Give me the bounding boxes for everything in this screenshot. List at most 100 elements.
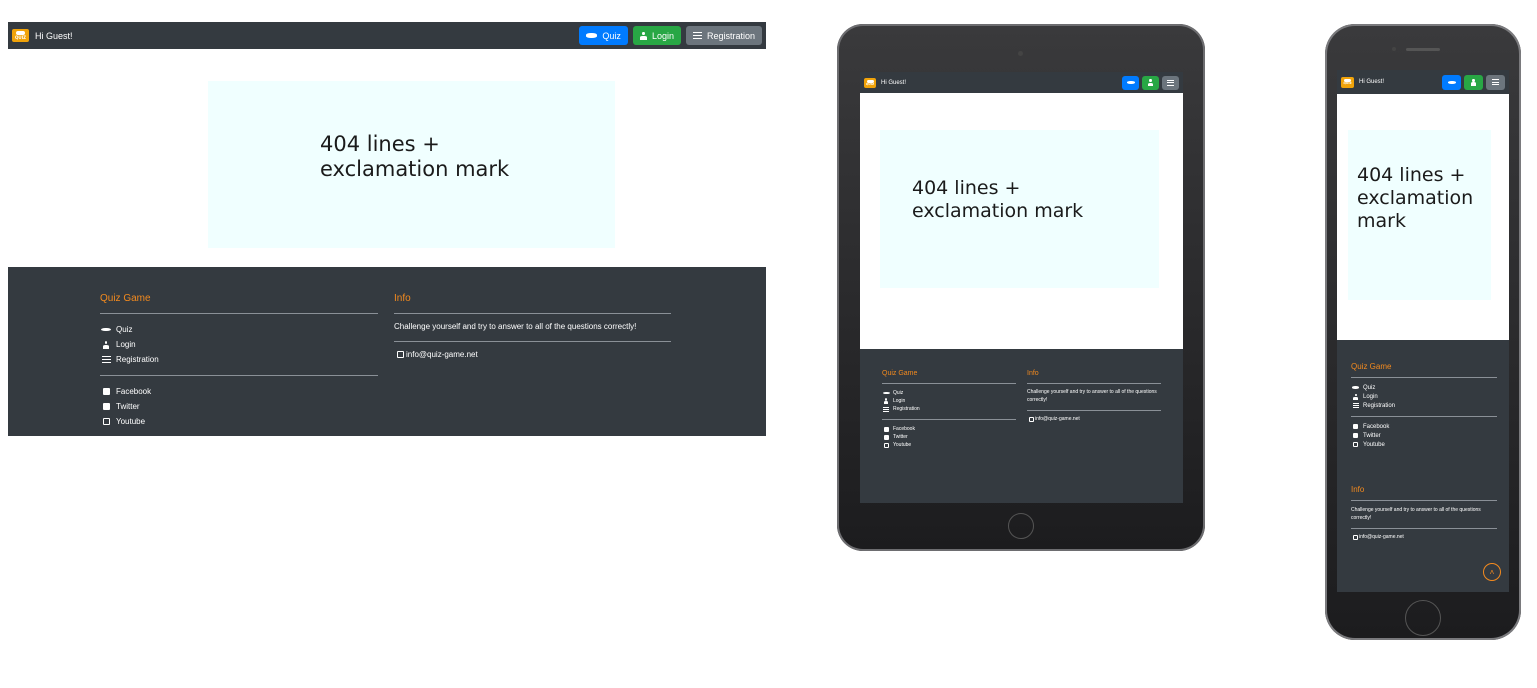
footer-link-quiz[interactable]: Quiz — [1351, 383, 1497, 392]
footer-link-login[interactable]: Login — [100, 337, 378, 352]
quiz-logo-icon[interactable]: QUIZ — [864, 77, 876, 88]
divider — [1351, 500, 1497, 501]
tablet-device-frame: QUIZ Hi Guest! 404 lines + exclamation m… — [837, 24, 1205, 551]
list-icon — [1351, 403, 1360, 408]
footer-link-twitter[interactable]: Twitter — [100, 399, 378, 414]
footer-link-youtube-label[interactable]: Youtube — [116, 417, 145, 426]
footer-link-quiz-label[interactable]: Quiz — [116, 325, 132, 334]
footer-link-youtube[interactable]: Youtube — [1351, 440, 1497, 449]
brand[interactable]: QUIZ Hi Guest! — [1341, 76, 1384, 88]
footer-link-login-label[interactable]: Login — [1363, 394, 1378, 400]
footer-link-registration-label[interactable]: Registration — [116, 355, 159, 364]
divider — [1351, 377, 1497, 378]
footer-quiz-game-column: Quiz Game Quiz Login Registration Facebo… — [1351, 362, 1497, 449]
footer-nav-links: Quiz Login Registration — [1351, 383, 1497, 410]
list-icon — [1167, 79, 1174, 86]
quiz-button[interactable]: Quiz — [579, 26, 628, 45]
footer-link-facebook-label[interactable]: Facebook — [1363, 424, 1389, 430]
facebook-icon — [882, 426, 890, 432]
footer-link-twitter[interactable]: Twitter — [1351, 431, 1497, 440]
footer-quiz-game-column: Quiz Game Quiz Login Registration Facebo… — [882, 370, 1016, 449]
footer-link-registration[interactable]: Registration — [1351, 401, 1497, 410]
footer-link-twitter-label[interactable]: Twitter — [1363, 433, 1381, 439]
footer-link-facebook-label[interactable]: Facebook — [893, 426, 915, 432]
footer-link-login[interactable]: Login — [1351, 392, 1497, 401]
error-line-1: 404 lines + — [912, 177, 1021, 199]
logo-text: QUIZ — [14, 35, 27, 40]
brand[interactable]: QUIZ Hi Guest! — [864, 77, 906, 88]
quiz-button[interactable] — [1442, 74, 1461, 90]
registration-button[interactable] — [1162, 75, 1179, 90]
footer-link-youtube[interactable]: Youtube — [882, 441, 1016, 449]
footer-link-registration-label[interactable]: Registration — [1363, 403, 1395, 409]
scroll-to-top-button[interactable]: ˄ — [1483, 563, 1501, 581]
footer-email-text[interactable]: info@quiz-game.net — [406, 350, 478, 359]
login-button[interactable] — [1464, 74, 1483, 90]
footer-link-facebook[interactable]: Facebook — [100, 384, 378, 399]
twitter-icon — [100, 403, 112, 410]
divider — [1027, 410, 1161, 411]
divider — [394, 341, 671, 342]
footer-email-text[interactable]: info@quiz-game.net — [1035, 416, 1080, 422]
footer-title-quiz-game: Quiz Game — [1351, 362, 1392, 371]
registration-button-label: Registration — [706, 30, 755, 41]
footer: Quiz Game Quiz Login Registration Facebo… — [860, 349, 1183, 503]
footer-email[interactable]: info@quiz-game.net — [1351, 534, 1497, 540]
footer-title-info: Info — [1027, 370, 1039, 377]
gamepad-icon — [1351, 386, 1360, 390]
registration-button[interactable] — [1486, 74, 1505, 90]
home-button[interactable] — [1008, 513, 1034, 539]
phone-screen: QUIZ Hi Guest! 404 lines + exclamation m… — [1337, 70, 1509, 592]
footer-link-twitter-label[interactable]: Twitter — [893, 434, 908, 440]
footer-link-login[interactable]: Login — [882, 397, 1016, 405]
footer-link-login-label[interactable]: Login — [893, 398, 905, 404]
list-icon — [882, 406, 890, 412]
envelope-icon — [1351, 534, 1359, 540]
user-icon — [640, 31, 647, 40]
footer-link-quiz[interactable]: Quiz — [100, 322, 378, 337]
footer-link-facebook-label[interactable]: Facebook — [116, 387, 151, 396]
footer-link-twitter-label[interactable]: Twitter — [116, 402, 140, 411]
gamepad-icon — [100, 327, 112, 333]
footer-description: Challenge yourself and try to answer to … — [1351, 507, 1481, 521]
footer-link-registration[interactable]: Registration — [100, 352, 378, 367]
divider — [394, 313, 671, 314]
home-button[interactable] — [1405, 600, 1441, 636]
footer-link-registration-label[interactable]: Registration — [893, 406, 920, 412]
login-button[interactable]: Login — [632, 26, 681, 45]
quiz-button[interactable] — [1122, 75, 1139, 90]
youtube-icon — [100, 418, 112, 425]
user-icon — [100, 340, 112, 349]
greeting-text: Hi Guest! — [35, 30, 73, 41]
logo-text: QUIZ — [865, 81, 875, 86]
quiz-logo-icon[interactable]: QUIZ — [12, 29, 29, 42]
registration-button[interactable]: Registration — [685, 26, 762, 45]
footer-email-text[interactable]: info@quiz-game.net — [1359, 534, 1404, 540]
envelope-icon — [394, 351, 406, 358]
footer-link-facebook[interactable]: Facebook — [882, 425, 1016, 433]
footer-link-youtube[interactable]: Youtube — [100, 414, 378, 429]
quiz-logo-icon[interactable]: QUIZ — [1341, 76, 1354, 88]
footer-link-youtube-label[interactable]: Youtube — [1363, 442, 1385, 448]
footer-email[interactable]: info@quiz-game.net — [1027, 416, 1161, 422]
youtube-icon — [1351, 442, 1360, 447]
footer-link-quiz-label[interactable]: Quiz — [893, 390, 903, 396]
quiz-button-label: Quiz — [602, 30, 621, 41]
footer-link-login-label[interactable]: Login — [116, 340, 136, 349]
footer-email[interactable]: info@quiz-game.net — [394, 350, 671, 359]
footer-link-quiz-label[interactable]: Quiz — [1363, 385, 1375, 391]
footer-link-twitter[interactable]: Twitter — [882, 433, 1016, 441]
twitter-icon — [1351, 433, 1360, 438]
divider — [100, 313, 378, 314]
footer-link-youtube-label[interactable]: Youtube — [893, 442, 911, 448]
error-line-2: exclamation mark — [912, 199, 1084, 222]
divider — [882, 383, 1016, 384]
brand[interactable]: QUIZ Hi Guest! — [12, 29, 73, 42]
navbar: QUIZ Hi Guest! — [1337, 70, 1509, 94]
footer-link-facebook[interactable]: Facebook — [1351, 422, 1497, 431]
gamepad-icon — [1447, 80, 1456, 85]
footer-link-quiz[interactable]: Quiz — [882, 389, 1016, 397]
login-button[interactable] — [1142, 75, 1159, 90]
error-line-2b: mark — [1357, 209, 1406, 232]
footer-link-registration[interactable]: Registration — [882, 405, 1016, 413]
